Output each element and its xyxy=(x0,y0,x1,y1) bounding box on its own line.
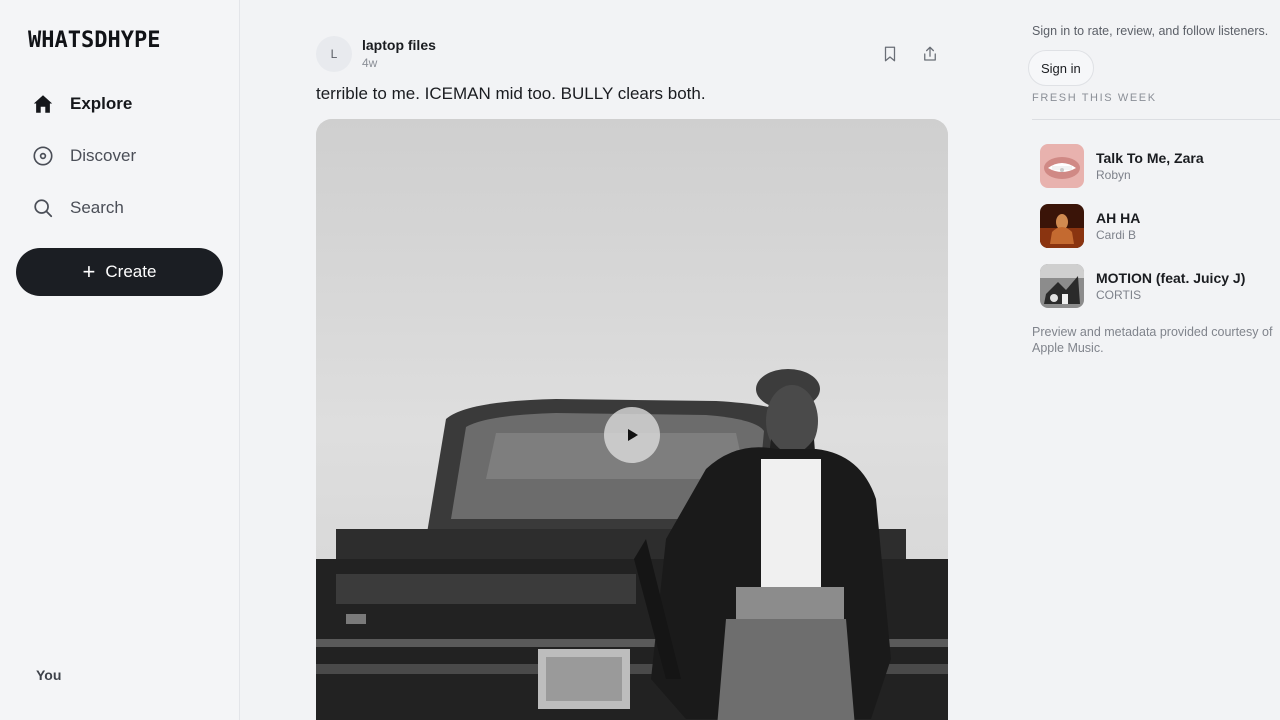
post-header: L laptop files 4w xyxy=(316,36,948,72)
sidebar: WHATSDHYPE Explore Discover Search + Cre… xyxy=(0,0,240,720)
sidebar-item-label: Search xyxy=(70,198,124,217)
create-button-label: Create xyxy=(105,262,157,281)
play-icon xyxy=(628,429,638,441)
track-title: AH HA xyxy=(1096,210,1141,226)
sidebar-item-search[interactable]: Search xyxy=(32,194,124,222)
courtesy-note: Preview and metadata provided courtesy o… xyxy=(1032,325,1273,355)
bookmark-icon xyxy=(884,46,896,62)
sidebar-item-label: Discover xyxy=(70,146,137,165)
post-author[interactable]: laptop files xyxy=(362,37,436,53)
track-item[interactable]: Talk To Me, Zara Robyn xyxy=(1040,144,1280,188)
album-art xyxy=(1040,264,1084,308)
track-title: Talk To Me, Zara xyxy=(1096,150,1204,166)
app-logo[interactable]: WHATSDHYPE xyxy=(28,28,160,53)
sidebar-item-label: Explore xyxy=(70,94,133,113)
divider xyxy=(1032,119,1280,120)
share-icon xyxy=(924,46,936,61)
bookmark-button[interactable] xyxy=(878,42,902,66)
play-button[interactable] xyxy=(604,407,660,463)
track-artist: CORTIS xyxy=(1096,288,1142,302)
home-icon xyxy=(32,93,54,115)
album-art xyxy=(1040,204,1084,248)
you-link[interactable]: You xyxy=(36,667,61,683)
right-panel: Sign in to rate, review, and follow list… xyxy=(1028,0,1280,720)
disc-icon xyxy=(32,145,54,167)
signin-button[interactable]: Sign in xyxy=(1028,50,1094,86)
post-timestamp: 4w xyxy=(362,56,378,70)
sidebar-item-explore[interactable]: Explore xyxy=(32,90,132,118)
share-button[interactable] xyxy=(918,42,942,66)
plus-icon: + xyxy=(82,259,96,284)
avatar[interactable]: L xyxy=(316,36,352,72)
signin-prompt: Sign in to rate, review, and follow list… xyxy=(1032,24,1269,38)
post-media[interactable] xyxy=(316,119,948,720)
create-button[interactable]: + Create xyxy=(16,248,223,296)
track-item[interactable]: AH HA Cardi B xyxy=(1040,204,1280,248)
album-art xyxy=(1040,144,1084,188)
search-icon xyxy=(32,197,54,219)
track-title: MOTION (feat. Juicy J) xyxy=(1096,270,1246,286)
track-artist: Robyn xyxy=(1096,168,1131,182)
post-text: terrible to me. ICEMAN mid too. BULLY cl… xyxy=(316,84,706,103)
section-title: FRESH THIS WEEK xyxy=(1032,92,1157,104)
sidebar-item-discover[interactable]: Discover xyxy=(32,142,136,170)
track-item[interactable]: MOTION (feat. Juicy J) CORTIS xyxy=(1040,264,1280,308)
track-artist: Cardi B xyxy=(1096,228,1137,242)
